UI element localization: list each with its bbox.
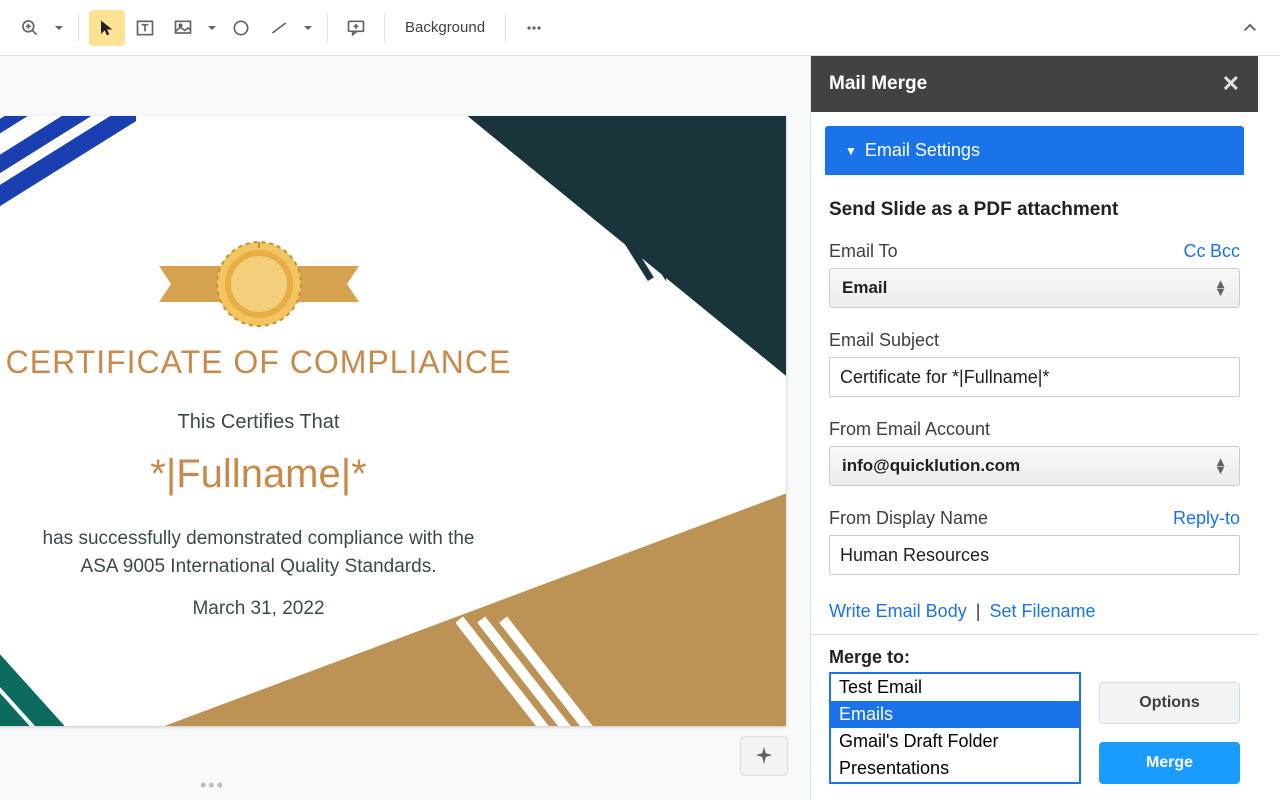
email-settings-accordion[interactable]: ▼ Email Settings [825, 126, 1244, 175]
toolbar: Background [0, 0, 1280, 56]
merge-to-list[interactable]: Test EmailEmailsGmail's Draft FolderPres… [829, 672, 1081, 784]
email-subject-input[interactable] [829, 357, 1240, 397]
accordion-label: Email Settings [865, 140, 980, 161]
merge-to-option[interactable]: Gmail's Draft Folder [831, 728, 1079, 755]
merge-button[interactable]: Merge [1099, 742, 1240, 784]
panel-body: Send Slide as a PDF attachment Email To … [811, 175, 1258, 634]
certificate-body: has successfully demonstrated compliance… [0, 525, 521, 580]
zoom-dropdown[interactable] [50, 10, 68, 46]
explore-button[interactable] [740, 736, 788, 776]
shape-tool[interactable] [223, 10, 259, 46]
from-account-value: info@quicklution.com [842, 456, 1020, 476]
merge-to-option[interactable]: Presentations [831, 755, 1079, 782]
separator: | [976, 601, 981, 621]
image-tool[interactable] [165, 10, 201, 46]
merge-bar: Merge to: Test EmailEmailsGmail's Draft … [811, 634, 1258, 800]
resize-handle[interactable]: ••• [200, 775, 225, 796]
certificate-body-line: has successfully demonstrated compliance… [0, 525, 521, 553]
decoration [456, 612, 656, 726]
background-button[interactable]: Background [395, 10, 495, 46]
separator [384, 14, 385, 42]
cc-link[interactable]: Cc [1184, 241, 1206, 261]
email-to-select[interactable]: Email ▲▼ [829, 268, 1240, 308]
sort-icon: ▲▼ [1214, 458, 1227, 474]
display-name-label: From Display Name [829, 508, 988, 529]
certificate-subtitle: This Certifies That [0, 411, 521, 434]
write-email-body-link[interactable]: Write Email Body [829, 601, 967, 621]
separator [78, 14, 79, 42]
separator [505, 14, 506, 42]
close-icon[interactable]: ✕ [1222, 71, 1240, 97]
merge-to-label: Merge to: [829, 647, 1240, 668]
section-heading: Send Slide as a PDF attachment [829, 199, 1240, 221]
mail-merge-panel: Mail Merge ✕ ▼ Email Settings Send Slide… [810, 56, 1258, 800]
panel-title-bar: Mail Merge ✕ [811, 56, 1258, 112]
comment-button[interactable] [338, 10, 374, 46]
zoom-button[interactable] [12, 10, 48, 46]
certificate-title: CERTIFICATE OF COMPLIANCE [0, 344, 521, 381]
email-subject-label: Email Subject [829, 330, 1240, 351]
line-dropdown[interactable] [299, 10, 317, 46]
set-filename-link[interactable]: Set Filename [989, 601, 1095, 621]
reply-to-link[interactable]: Reply-to [1173, 508, 1240, 529]
from-account-select[interactable]: info@quicklution.com ▲▼ [829, 446, 1240, 486]
merge-to-option[interactable]: Emails [831, 701, 1079, 728]
select-tool[interactable] [89, 10, 125, 46]
line-tool[interactable] [261, 10, 297, 46]
separator [327, 14, 328, 42]
slide[interactable]: CERTIFICATE OF COMPLIANCE This Certifies… [0, 116, 786, 726]
caret-down-icon: ▼ [845, 144, 857, 158]
email-to-value: Email [842, 278, 887, 298]
text-box-tool[interactable] [127, 10, 163, 46]
bcc-link[interactable]: Bcc [1210, 241, 1240, 261]
certificate-date: March 31, 2022 [0, 598, 521, 620]
from-account-label: From Email Account [829, 419, 1240, 440]
image-dropdown[interactable] [203, 10, 221, 46]
email-to-label: Email To [829, 241, 898, 262]
panel-title: Mail Merge [829, 73, 927, 95]
certificate-recipient: *|Fullname|* [0, 452, 521, 497]
badge-seal [139, 236, 379, 326]
collapse-toolbar-button[interactable] [1232, 10, 1268, 46]
merge-to-option[interactable]: Test Email [831, 674, 1079, 701]
certificate-content: CERTIFICATE OF COMPLIANCE This Certifies… [0, 176, 521, 620]
slide-canvas[interactable]: CERTIFICATE OF COMPLIANCE This Certifies… [0, 56, 810, 800]
more-button[interactable] [516, 10, 552, 46]
sort-icon: ▲▼ [1214, 280, 1227, 296]
options-button[interactable]: Options [1099, 682, 1240, 724]
certificate-body-line: ASA 9005 International Quality Standards… [0, 553, 521, 581]
display-name-input[interactable] [829, 535, 1240, 575]
